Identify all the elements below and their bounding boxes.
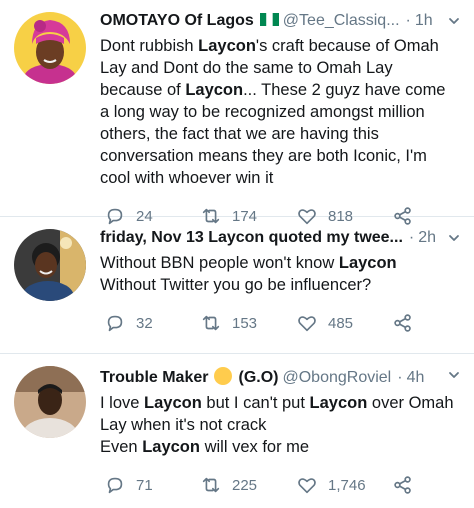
highlighted-keyword: Laycon <box>309 394 368 412</box>
highlighted-keyword: Laycon <box>185 81 244 99</box>
retweet-icon <box>200 474 222 496</box>
timestamp[interactable]: 1h <box>415 10 433 32</box>
text-segment: Without Twitter you go be influencer? <box>100 276 372 294</box>
retweet-button[interactable]: 225 <box>200 474 296 496</box>
retweet-count: 153 <box>232 314 258 332</box>
text-segment: I love <box>100 394 145 412</box>
like-count: 485 <box>328 314 354 332</box>
text-segment: Dont rubbish <box>100 37 199 55</box>
share-button[interactable] <box>392 312 422 334</box>
text-segment: Without BBN people won't know <box>100 254 339 272</box>
reply-icon <box>104 474 126 496</box>
share-icon <box>392 474 414 496</box>
highlighted-keyword: Laycon <box>144 394 202 412</box>
heart-icon <box>296 312 318 334</box>
tweet[interactable]: friday, Nov 13 Laycon quoted my twee... … <box>0 217 474 354</box>
reply-count: 71 <box>136 476 153 494</box>
tweet[interactable]: OMOTAYO Of Lagos @Tee_Classiq... · 1h Do… <box>0 0 474 225</box>
reply-button[interactable]: 71 <box>104 474 200 496</box>
avatar[interactable] <box>14 12 86 84</box>
tweet-text: Dont rubbish Laycon's craft because of O… <box>100 35 464 189</box>
like-button[interactable]: 485 <box>296 312 392 334</box>
user-handle[interactable]: @Tee_Classiq... <box>283 10 400 32</box>
timestamp[interactable]: 4h <box>407 367 425 389</box>
highlighted-keyword: Laycon <box>338 254 397 272</box>
chevron-down-icon[interactable] <box>448 368 460 380</box>
tweet[interactable]: Trouble Maker (G.O) @ObongRoviel · 4h I … <box>0 354 474 498</box>
display-name[interactable]: OMOTAYO Of Lagos <box>100 10 254 32</box>
user-handle[interactable]: @ObongRoviel <box>282 367 391 389</box>
reply-button[interactable]: 32 <box>104 312 200 334</box>
separator: · <box>408 229 415 246</box>
display-name[interactable]: friday, Nov 13 Laycon quoted my twee... <box>100 227 403 249</box>
avatar[interactable] <box>14 229 86 301</box>
tweet-feed: OMOTAYO Of Lagos @Tee_Classiq... · 1h Do… <box>0 0 474 498</box>
share-icon <box>392 312 414 334</box>
share-button[interactable] <box>392 474 422 496</box>
reply-icon <box>104 312 126 334</box>
text-segment: will vex for me <box>199 438 310 456</box>
tweet-header: Trouble Maker (G.O) @ObongRoviel · 4h <box>100 364 464 389</box>
like-button[interactable]: 1,746 <box>296 474 392 496</box>
tweet-actions: 71 225 1,746 <box>100 462 464 508</box>
highlighted-keyword: Laycon <box>142 438 200 456</box>
display-name-suffix[interactable]: (G.O) <box>238 367 278 389</box>
retweet-count: 225 <box>232 476 258 494</box>
like-count: 1,746 <box>328 476 366 494</box>
separator: · <box>397 369 403 386</box>
chevron-down-icon[interactable] <box>448 231 460 243</box>
tweet-header: OMOTAYO Of Lagos @Tee_Classiq... · 1h <box>100 10 464 32</box>
tweet-header: friday, Nov 13 Laycon quoted my twee... … <box>100 227 464 249</box>
text-segment: Even <box>100 438 143 456</box>
display-name[interactable]: Trouble Maker <box>100 367 208 389</box>
heart-icon <box>296 474 318 496</box>
tweet-text: I love Laycon but I can't put Laycon ove… <box>100 392 464 458</box>
nigeria-flag-icon <box>259 11 279 26</box>
timestamp[interactable]: 2h <box>418 227 436 249</box>
text-segment: but I can't put <box>201 394 310 412</box>
reply-count: 32 <box>136 314 153 332</box>
tweet-text: Without BBN people won't know Laycon With… <box>100 252 464 296</box>
tweet-actions: 32 153 485 <box>100 300 464 346</box>
retweet-icon <box>200 312 222 334</box>
retweet-button[interactable]: 153 <box>200 312 296 334</box>
avatar[interactable] <box>14 366 86 438</box>
highlighted-keyword: Laycon <box>198 37 256 55</box>
separator: · <box>405 12 411 29</box>
chevron-down-icon[interactable] <box>448 14 460 26</box>
unamused-face-emoji <box>214 367 233 385</box>
